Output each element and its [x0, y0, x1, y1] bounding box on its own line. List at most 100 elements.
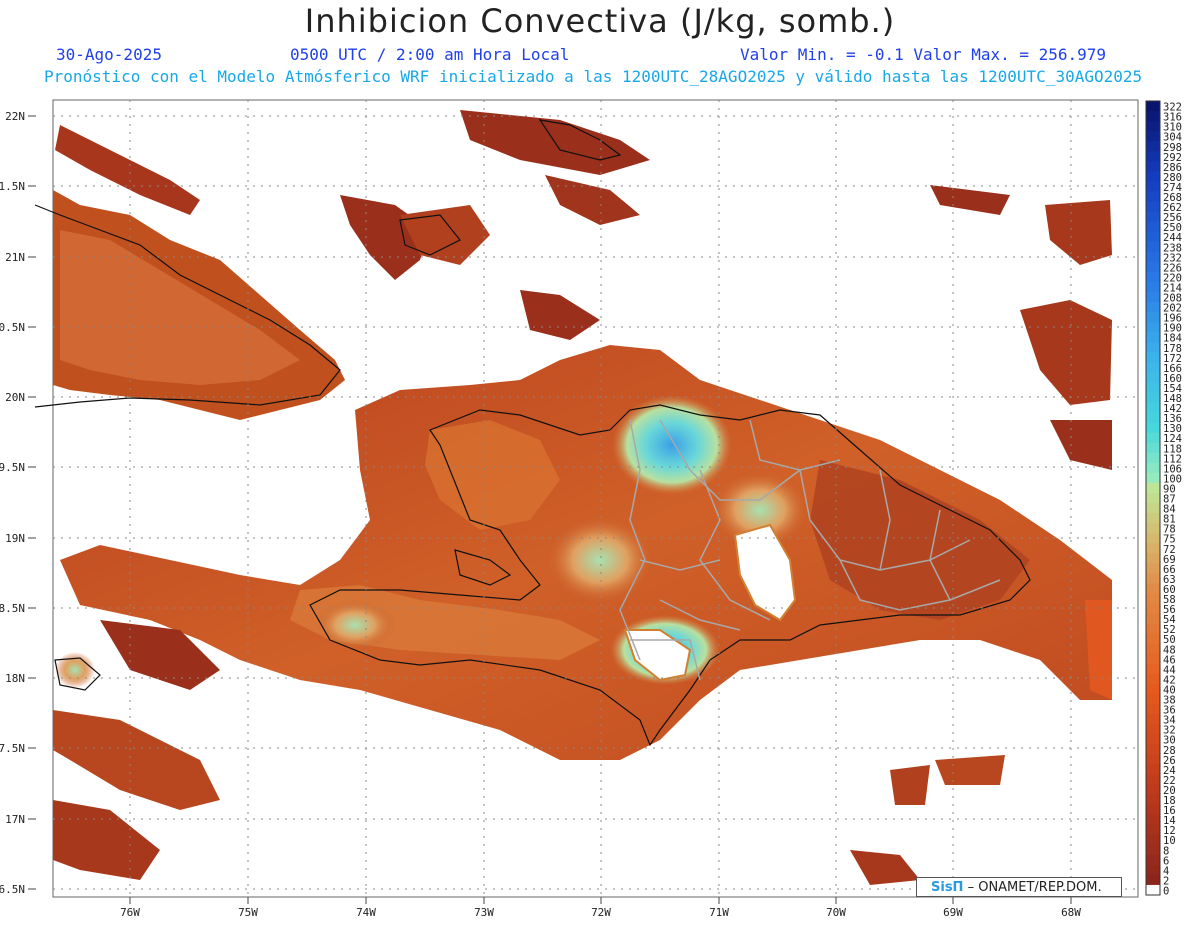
- colorbar-swatch: [1146, 302, 1160, 313]
- credit-box: SisΠ – ONAMET/REP.DOM.: [916, 877, 1122, 897]
- colorbar-swatch: [1146, 553, 1160, 564]
- colorbar-label: 0: [1163, 886, 1169, 898]
- colorbar-swatch: [1146, 221, 1160, 233]
- colorbar-swatch: [1146, 824, 1160, 836]
- colorbar-swatch: [1146, 523, 1160, 534]
- colorbar-swatch: [1146, 141, 1160, 152]
- lat-label: 6.5N: [0, 883, 25, 896]
- colorbar-swatch: [1146, 724, 1160, 735]
- hotspot-mid: [545, 515, 655, 605]
- colorbar-swatch: [1146, 804, 1160, 816]
- colorbar-swatch: [1146, 874, 1160, 886]
- colorbar-swatch: [1146, 322, 1160, 333]
- colorbar-swatch: [1146, 482, 1160, 494]
- lat-label: 0.5N: [0, 321, 25, 334]
- colorbar-swatch: [1146, 231, 1160, 243]
- colorbar-swatch: [1146, 121, 1160, 132]
- colorbar-swatch: [1146, 251, 1160, 263]
- lat-label: 8.5N: [0, 602, 25, 615]
- colorbar-swatch: [1146, 171, 1160, 182]
- lon-label: 72W: [591, 906, 611, 919]
- lat-label: 17N: [5, 813, 25, 826]
- colorbar-swatch: [1146, 593, 1160, 605]
- colorbar-swatch: [1146, 352, 1160, 363]
- colorbar-swatch: [1146, 241, 1160, 253]
- colorbar-swatch: [1146, 794, 1160, 806]
- colorbar-swatch: [1146, 291, 1160, 303]
- weather-map: 22N 1.5N 21N 0.5N 20N 9.5N 19N 8.5N 18N …: [0, 99, 1182, 919]
- colorbar-swatch: [1146, 834, 1160, 846]
- colorbar-swatch: [1146, 372, 1160, 383]
- colorbar-swatch: [1146, 261, 1160, 273]
- lat-ticks: [28, 115, 36, 890]
- colorbar-swatch: [1146, 412, 1160, 424]
- colorbar-swatch: [1146, 623, 1160, 635]
- field-south-isle-1: [890, 765, 930, 805]
- colorbar-swatch: [1146, 191, 1160, 203]
- lon-label: 76W: [120, 906, 140, 919]
- colorbar-swatch: [1146, 533, 1160, 544]
- credit-text: – ONAMET/REP.DOM.: [967, 880, 1102, 895]
- colorbar-swatch: [1146, 111, 1160, 122]
- colorbar-swatch: [1146, 774, 1160, 785]
- colorbar-swatch: [1146, 683, 1160, 695]
- lat-label: 22N: [5, 110, 25, 123]
- colorbar-swatch: [1146, 854, 1160, 866]
- colorbar-swatch: [1146, 653, 1160, 665]
- colorbar-swatch: [1146, 633, 1160, 645]
- colorbar-swatch: [1146, 442, 1160, 454]
- colorbar-swatch: [1146, 422, 1160, 434]
- field-south-isle-2: [935, 755, 1005, 785]
- colorbar-swatch: [1146, 492, 1160, 504]
- colorbar: 3223163103042982922862802742682622562502…: [1145, 100, 1182, 898]
- colorbar-swatch: [1146, 583, 1160, 594]
- lat-axis: 22N 1.5N 21N 0.5N 20N 9.5N 19N 8.5N 18N …: [0, 110, 25, 896]
- colorbar-swatch: [1146, 101, 1160, 112]
- colorbar-swatch: [1146, 503, 1160, 514]
- colorbar-swatch: [1146, 663, 1160, 675]
- credit-brand: SisΠ: [931, 880, 964, 895]
- colorbar-swatch: [1146, 764, 1160, 775]
- colorbar-swatch: [1146, 784, 1160, 795]
- colorbar-swatch: [1146, 563, 1160, 574]
- colorbar-swatch: [1146, 613, 1160, 625]
- lon-label: 68W: [1061, 906, 1081, 919]
- lat-label: 20N: [5, 391, 25, 404]
- colorbar-swatch: [1146, 131, 1160, 142]
- lat-label: 18N: [5, 672, 25, 685]
- lat-label: 9.5N: [0, 461, 25, 474]
- colorbar-swatch: [1146, 281, 1160, 293]
- colorbar-swatch: [1146, 362, 1160, 373]
- colorbar-swatch: [1146, 271, 1160, 283]
- colorbar-swatch: [1146, 432, 1160, 444]
- colorbar-swatch: [1146, 201, 1160, 213]
- colorbar-swatch: [1146, 382, 1160, 393]
- lat-label: 7.5N: [0, 742, 25, 755]
- colorbar-swatch: [1146, 332, 1160, 343]
- colorbar-swatch: [1146, 452, 1160, 464]
- colorbar-swatch: [1146, 814, 1160, 826]
- lat-label: 21N: [5, 251, 25, 264]
- colorbar-swatch: [1146, 754, 1160, 765]
- lon-label: 71W: [709, 906, 729, 919]
- lon-label: 70W: [826, 906, 846, 919]
- colorbar-swatch: [1146, 714, 1160, 725]
- colorbar-swatch: [1146, 704, 1160, 715]
- colorbar-swatch: [1146, 693, 1160, 705]
- lon-label: 74W: [356, 906, 376, 919]
- lon-label: 75W: [238, 906, 258, 919]
- colorbar-swatch: [1146, 673, 1160, 685]
- colorbar-swatch: [1146, 744, 1160, 755]
- colorbar-swatch: [1146, 462, 1160, 474]
- lon-label: 69W: [943, 906, 963, 919]
- lon-label: 73W: [474, 906, 494, 919]
- colorbar-swatch: [1146, 543, 1160, 554]
- colorbar-swatch: [1146, 342, 1160, 353]
- colorbar-swatch: [1146, 392, 1160, 404]
- colorbar-swatch: [1146, 864, 1160, 876]
- colorbar-swatch: [1146, 402, 1160, 414]
- colorbar-swatch: [1146, 161, 1160, 172]
- colorbar-swatch: [1146, 513, 1160, 524]
- colorbar-swatch: [1146, 472, 1160, 484]
- colorbar-swatch: [1146, 573, 1160, 584]
